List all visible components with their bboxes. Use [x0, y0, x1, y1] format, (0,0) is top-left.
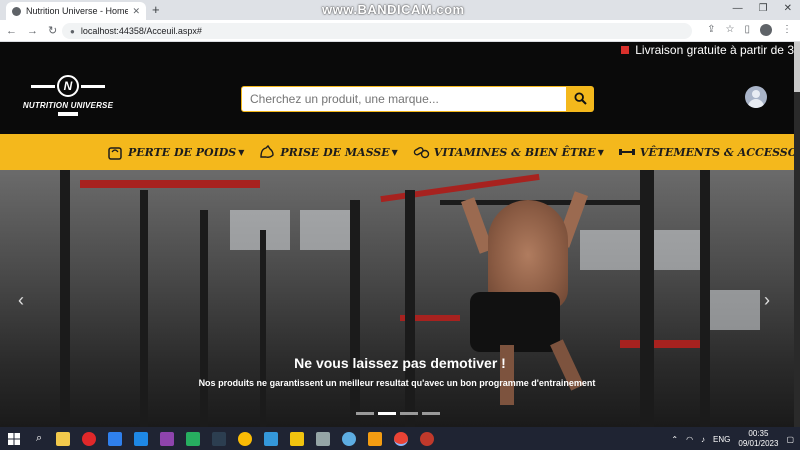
toolbar-right-icons: ⇪ ☆ ▯ ⋮ [707, 24, 792, 36]
dumbbell-icon [618, 149, 635, 155]
opera-icon[interactable] [82, 431, 97, 446]
carousel-indicator[interactable] [378, 412, 396, 415]
search-icon [574, 92, 587, 105]
clock[interactable]: 00:35 09/01/2023 [738, 429, 778, 449]
user-avatar-icon[interactable] [745, 86, 767, 108]
language-indicator[interactable]: ENG [713, 435, 730, 444]
browser-toolbar: ← → ↻ ● localhost:44358/Acceuil.aspx# ⇪ … [0, 20, 800, 42]
page-scrollbar[interactable] [794, 42, 800, 427]
hero-subtitle: Nos produits ne garantissent un meilleur… [198, 378, 596, 388]
sticky-notes-icon[interactable] [290, 431, 305, 446]
site-header: Livraison gratuite à partir de 3 N NUTRI… [0, 42, 800, 134]
system-tray: ⌃ ◠ ♪ ENG 00:35 09/01/2023 ▢ [671, 429, 794, 449]
search-button[interactable] [567, 86, 594, 112]
hero-carousel: ‹ › Ne vous laissez pas demotiver ! Nos … [0, 170, 800, 427]
new-tab-button[interactable]: + [152, 2, 160, 17]
search-taskbar-icon[interactable]: ⌕ [36, 432, 42, 445]
browser-tab[interactable]: Nutrition Universe - Home of Bo ✕ [6, 2, 146, 20]
forward-button[interactable]: → [27, 25, 38, 37]
window-controls: — ❐ ✕ [733, 3, 792, 14]
search-input[interactable] [241, 86, 567, 112]
share-icon[interactable]: ⇪ [707, 24, 715, 36]
notification-icon[interactable]: ▢ [786, 435, 794, 444]
bookmark-star-icon[interactable]: ☆ [726, 24, 735, 36]
promo-banner: Livraison gratuite à partir de 3 [621, 43, 794, 57]
app-ring-icon[interactable] [342, 431, 357, 446]
back-button[interactable]: ← [6, 25, 17, 37]
volume-icon[interactable]: ♪ [701, 435, 705, 444]
category-vitamines-bien-etre[interactable]: VITAMINES & BIEN ÊTRE ▼ [412, 143, 604, 161]
bandicam-icon[interactable] [420, 431, 435, 446]
close-tab-icon[interactable]: ✕ [132, 6, 140, 17]
pills-icon [413, 146, 429, 159]
carousel-indicator[interactable] [356, 412, 374, 415]
carousel-prev-button[interactable]: ‹ [18, 290, 24, 311]
url-text: localhost:44358/Acceuil.aspx# [80, 26, 202, 36]
windows-start-button[interactable] [0, 427, 28, 450]
profile-icon[interactable] [760, 24, 772, 36]
tab-title: Nutrition Universe - Home of Bo [26, 6, 129, 16]
app-gray-icon[interactable] [316, 431, 331, 446]
side-panel-icon[interactable]: ▯ [744, 24, 750, 36]
app-yellow-icon[interactable] [368, 431, 383, 446]
site-logo[interactable]: N NUTRITION UNIVERSE [18, 75, 118, 125]
tray-chevron-icon[interactable]: ⌃ [671, 435, 678, 444]
app-blue-icon[interactable] [264, 431, 279, 446]
category-perte-de-poids[interactable]: PERTE DE POIDS ▼ [106, 143, 244, 161]
browser-tab-strip: Nutrition Universe - Home of Bo ✕ + www.… [0, 0, 800, 20]
reload-button[interactable]: ↻ [48, 24, 57, 37]
hero-title: Ne vous laissez pas demotiver ! [294, 355, 506, 371]
muscle-arm-icon [260, 144, 275, 158]
menu-kebab-icon[interactable]: ⋮ [782, 24, 792, 36]
visual-studio-icon[interactable] [160, 431, 175, 446]
address-bar[interactable]: ● localhost:44358/Acceuil.aspx# [62, 23, 692, 39]
minimize-button[interactable]: — [733, 3, 743, 14]
carousel-indicator[interactable] [422, 412, 440, 415]
app-dark-icon[interactable] [212, 431, 227, 446]
carousel-indicator[interactable] [400, 412, 418, 415]
mail-icon[interactable] [108, 431, 123, 446]
windows-taskbar: ⌕ ⌃ ◠ ♪ ENG 00:35 09/01/2023 ▢ [0, 427, 800, 450]
file-explorer-icon[interactable] [56, 431, 71, 446]
close-window-button[interactable]: ✕ [784, 3, 792, 14]
windows-logo-icon [8, 432, 20, 445]
vscode-icon[interactable] [134, 431, 149, 446]
maximize-button[interactable]: ❐ [759, 3, 768, 14]
promo-text: Livraison gratuite à partir de 3 [635, 43, 794, 57]
carousel-indicators [356, 412, 440, 415]
gift-icon [621, 46, 630, 54]
category-prise-de-masse[interactable]: PRISE DE MASSE ▼ [258, 143, 398, 161]
scale-icon [108, 147, 122, 160]
scrollbar-thumb[interactable] [794, 42, 800, 92]
network-icon[interactable]: ◠ [686, 435, 693, 444]
category-nav: PERTE DE POIDS ▼ PRISE DE MASSE ▼ VITAMINE… [0, 134, 800, 170]
site-favicon-icon [12, 6, 21, 16]
logo-mark-icon: N [31, 75, 105, 97]
logo-name: NUTRITION UNIVERSE [22, 101, 114, 110]
site-info-icon[interactable]: ● [70, 27, 75, 36]
app-green-icon[interactable] [186, 431, 201, 446]
carousel-next-button[interactable]: › [764, 290, 770, 311]
category-vetements-accessoires[interactable]: VÊTEMENTS & ACCESSOIRES▼ [618, 143, 800, 161]
chrome-active-icon[interactable] [394, 431, 409, 446]
bandicam-watermark: www.BANDICAM.com [322, 2, 465, 17]
logo-dumbbell-icon [58, 112, 78, 116]
chrome-icon[interactable] [238, 431, 253, 446]
